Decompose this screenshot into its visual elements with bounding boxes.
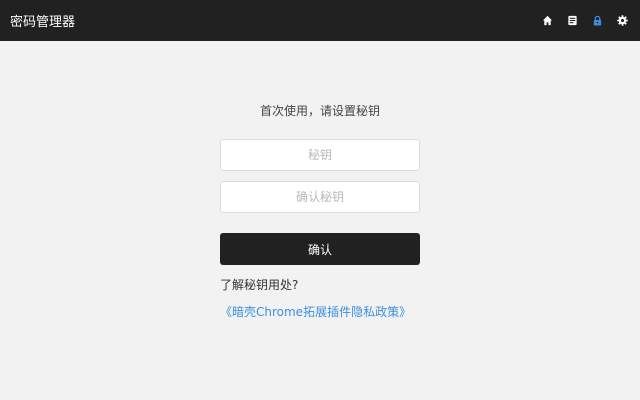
confirm-key-input[interactable] (220, 181, 420, 213)
setup-prompt: 首次使用，请设置秘钥 (259, 104, 380, 118)
key-input[interactable] (220, 139, 420, 171)
toolbar (541, 15, 630, 27)
privacy-policy-link[interactable]: 《暗壳Chrome拓展插件隐私政策》 (220, 303, 411, 320)
gear-icon[interactable] (616, 15, 628, 27)
lock-icon[interactable] (591, 15, 603, 27)
confirm-button[interactable]: 确认 (220, 233, 420, 265)
key-help-link[interactable]: 了解秘钥用处? (220, 276, 298, 293)
app-title: 密码管理器 (10, 15, 76, 30)
top-bar: 密码管理器 (0, 0, 640, 41)
document-icon[interactable] (566, 15, 578, 27)
home-icon[interactable] (541, 15, 553, 27)
